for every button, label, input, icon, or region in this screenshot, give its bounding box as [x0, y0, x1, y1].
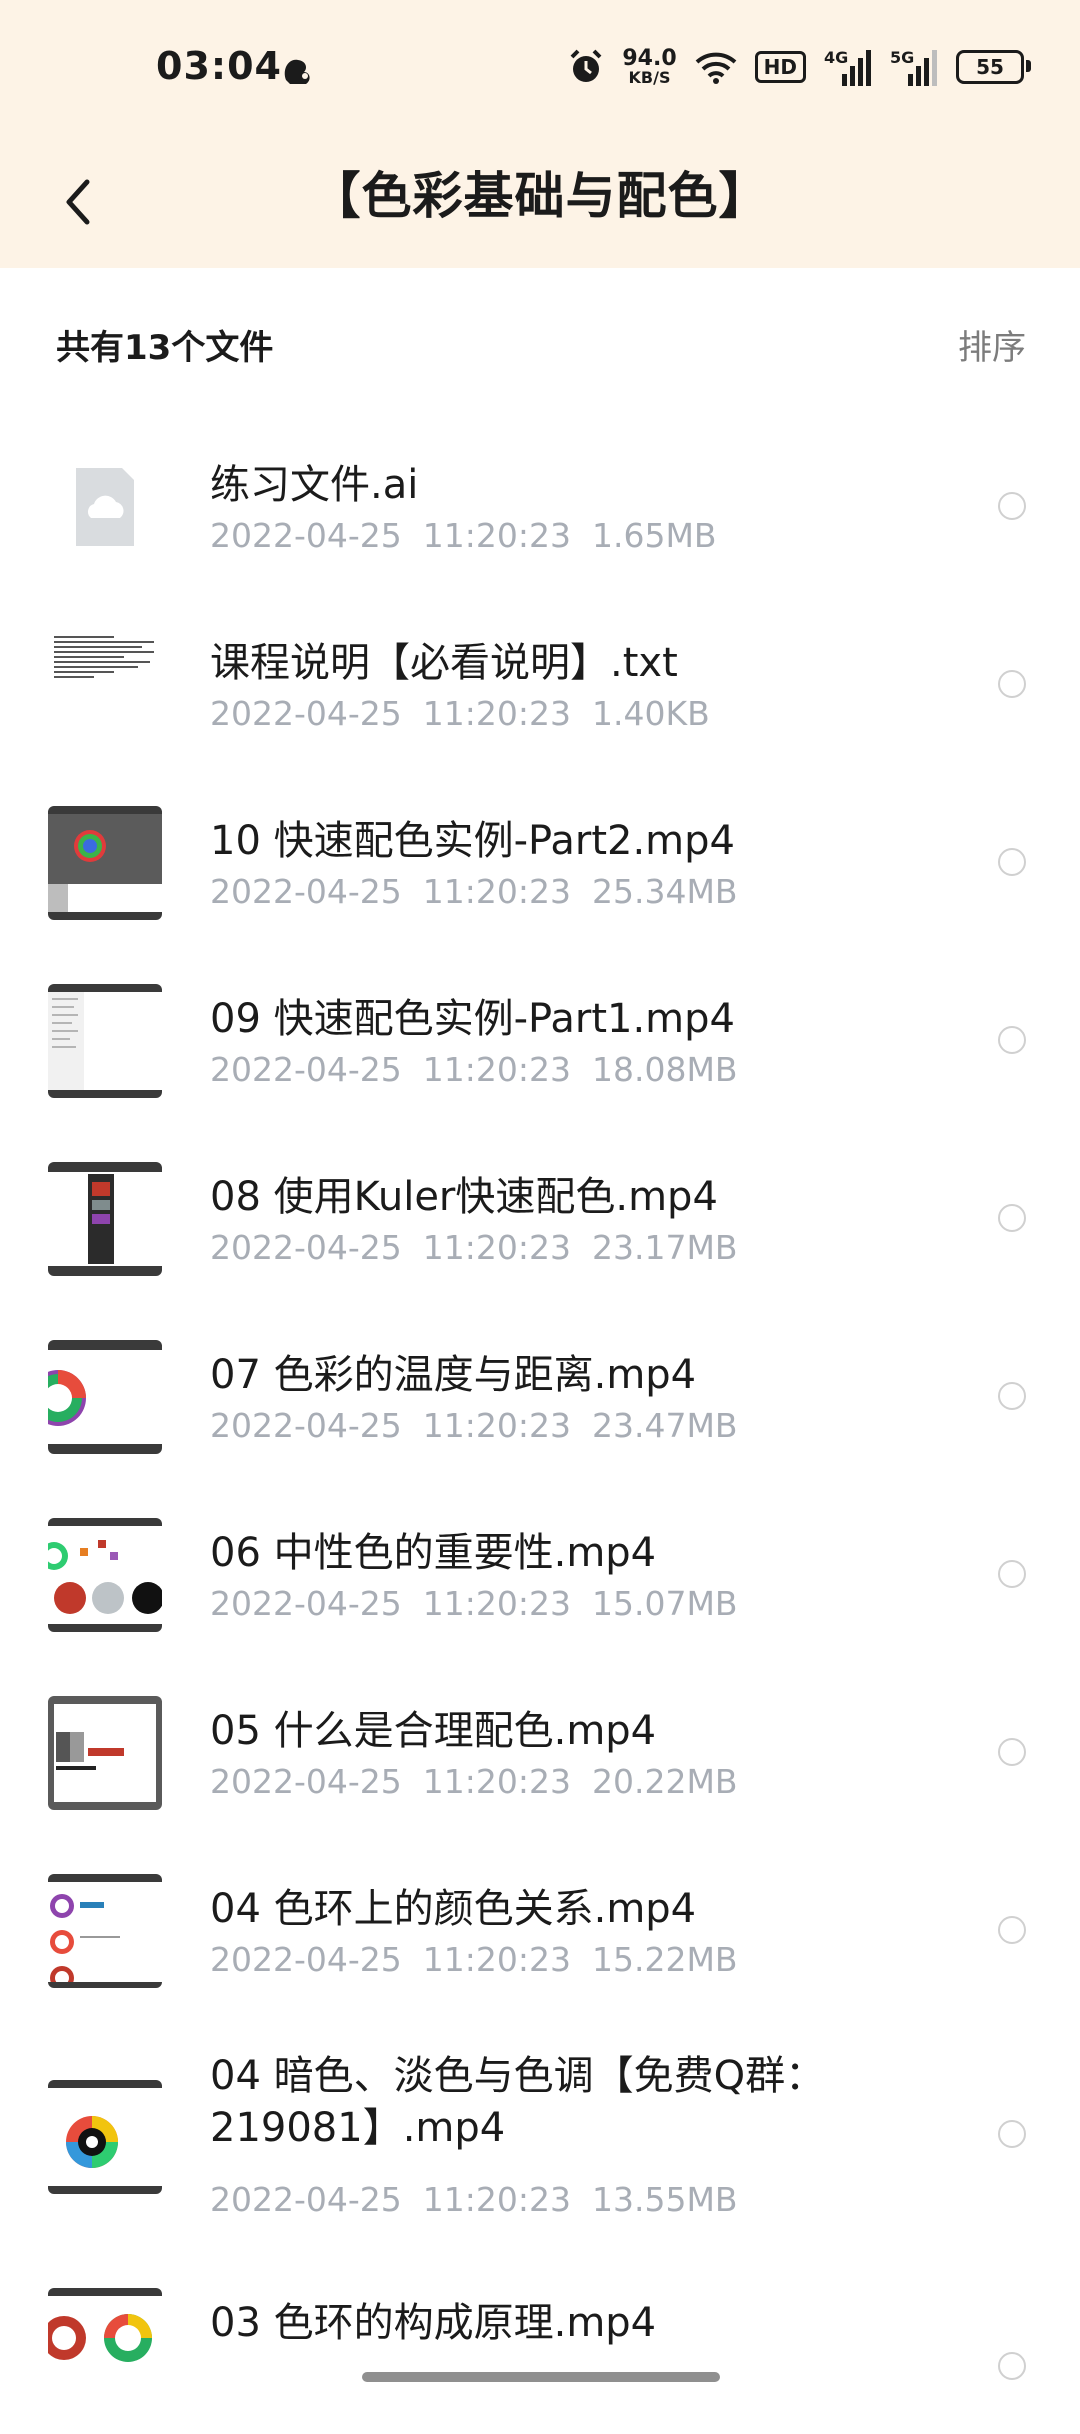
wifi-icon — [695, 52, 737, 84]
video-thumbnail — [48, 2080, 162, 2194]
video-thumbnail — [48, 984, 162, 1098]
file-name: 课程说明【必看说明】.txt — [210, 640, 678, 686]
file-list: 练习文件.ai 2022-04-25 11:20:23 1.65MB 课程说明【… — [0, 418, 1080, 2434]
file-size: 15.07MB — [591, 1584, 738, 1623]
file-meta: 2022-04-25 11:20:23 15.22MB — [210, 1940, 738, 1979]
select-radio[interactable] — [998, 1382, 1026, 1410]
video-thumbnail — [48, 1518, 162, 1632]
text-document-thumbnail — [48, 628, 162, 742]
file-count: 共有13个文件 — [56, 328, 274, 368]
file-date: 2022-04-25 11:20:23 — [210, 1050, 571, 1089]
file-name: 10 快速配色实例-Part2.mp4 — [210, 818, 735, 864]
file-row[interactable]: 练习文件.ai 2022-04-25 11:20:23 1.65MB — [0, 418, 1080, 596]
file-size: 23.47MB — [591, 1406, 738, 1445]
file-meta: 2022-04-25 11:20:23 1.40KB — [210, 694, 710, 733]
file-date: 2022-04-25 11:20:23 — [210, 516, 571, 555]
file-size: 1.40KB — [591, 694, 710, 733]
file-row[interactable]: 04 色环上的颜色关系.mp4 2022-04-25 11:20:23 15.2… — [0, 1842, 1080, 2020]
file-name: 04 色环上的颜色关系.mp4 — [210, 1886, 697, 1932]
file-size: 15.22MB — [591, 1940, 738, 1979]
video-thumbnail — [48, 806, 162, 920]
select-radio[interactable] — [998, 1026, 1026, 1054]
file-size: 18.08MB — [591, 1050, 738, 1089]
file-row[interactable]: 10 快速配色实例-Part2.mp4 2022-04-25 11:20:23 … — [0, 774, 1080, 952]
file-name: 09 快速配色实例-Part1.mp4 — [210, 996, 735, 1042]
file-row[interactable]: 05 什么是合理配色.mp4 2022-04-25 11:20:23 20.22… — [0, 1664, 1080, 1842]
home-indicator[interactable] — [362, 2372, 720, 2382]
select-radio[interactable] — [998, 2352, 1026, 2380]
file-row[interactable]: 09 快速配色实例-Part1.mp4 2022-04-25 11:20:23 … — [0, 952, 1080, 1130]
signal-5g-icon: 5G — [890, 48, 938, 86]
file-name: 04 暗色、淡色与色调【免费Q群：219081】.mp4 — [210, 2053, 826, 2151]
page-header: 【色彩基础与配色】 — [0, 136, 1080, 268]
file-meta: 2022-04-25 11:20:23 23.47MB — [210, 1406, 738, 1445]
file-meta: 2022-04-25 11:20:23 15.07MB — [210, 1584, 738, 1623]
select-radio[interactable] — [998, 1204, 1026, 1232]
file-date: 2022-04-25 11:20:23 — [210, 1940, 571, 1979]
cloud-file-icon — [48, 450, 162, 564]
file-meta: 2022-04-25 11:20:23 13.55MB — [210, 2180, 738, 2219]
file-date: 2022-04-25 11:20:23 — [210, 2180, 571, 2219]
file-size: 13.55MB — [591, 2180, 738, 2219]
file-date: 2022-04-25 11:20:23 — [210, 1762, 571, 1801]
select-radio[interactable] — [998, 492, 1026, 520]
network-speed-value: 94.0 — [622, 46, 677, 71]
battery-indicator: 55 — [956, 50, 1031, 84]
video-thumbnail — [48, 1696, 162, 1810]
file-name: 07 色彩的温度与距离.mp4 — [210, 1352, 697, 1398]
file-row[interactable]: 08 使用Kuler快速配色.mp4 2022-04-25 11:20:23 2… — [0, 1130, 1080, 1308]
file-size: 25.34MB — [591, 872, 738, 911]
video-thumbnail — [48, 1874, 162, 1988]
sort-button[interactable]: 排序 — [958, 320, 1026, 369]
select-radio[interactable] — [998, 1560, 1026, 1588]
network-speed-unit: KB/S — [628, 68, 671, 87]
squirrel-notification-icon — [284, 59, 310, 84]
file-date: 2022-04-25 11:20:23 — [210, 1406, 571, 1445]
file-name: 练习文件.ai — [210, 462, 419, 508]
file-row[interactable]: 03 色环的构成原理.mp4 — [0, 2256, 1080, 2434]
select-radio[interactable] — [998, 848, 1026, 876]
file-date: 2022-04-25 11:20:23 — [210, 1584, 571, 1623]
select-radio[interactable] — [998, 670, 1026, 698]
status-time: 03:04 — [156, 44, 282, 88]
file-date: 2022-04-25 11:20:23 — [210, 1228, 571, 1267]
file-size: 1.65MB — [591, 516, 717, 555]
signal-4g-icon: 4G — [824, 48, 872, 86]
file-meta: 2022-04-25 11:20:23 20.22MB — [210, 1762, 738, 1801]
top-bar: 03:04 94.0 KB/S HD 4G 5G 55 【色彩基础与配色】 — [0, 0, 1080, 268]
status-icons: 94.0 KB/S HD 4G 5G 55 — [568, 44, 1031, 90]
file-name: 08 使用Kuler快速配色.mp4 — [210, 1174, 718, 1220]
file-summary: 共有13个文件 排序 — [0, 268, 1080, 418]
file-date: 2022-04-25 11:20:23 — [210, 694, 571, 733]
file-name: 05 什么是合理配色.mp4 — [210, 1708, 657, 1754]
file-size: 20.22MB — [591, 1762, 738, 1801]
hd-voice-badge: HD — [754, 51, 806, 83]
select-radio[interactable] — [998, 1916, 1026, 1944]
file-date: 2022-04-25 11:20:23 — [210, 872, 571, 911]
file-name: 03 色环的构成原理.mp4 — [210, 2300, 657, 2346]
video-thumbnail — [48, 1340, 162, 1454]
file-name: 06 中性色的重要性.mp4 — [210, 1530, 657, 1576]
status-bar: 03:04 94.0 KB/S HD 4G 5G 55 — [0, 0, 1080, 136]
video-thumbnail — [48, 1162, 162, 1276]
alarm-icon — [570, 49, 602, 82]
file-meta: 2022-04-25 11:20:23 1.65MB — [210, 516, 717, 555]
select-radio[interactable] — [998, 1738, 1026, 1766]
file-row[interactable]: 07 色彩的温度与距离.mp4 2022-04-25 11:20:23 23.4… — [0, 1308, 1080, 1486]
file-row[interactable]: 课程说明【必看说明】.txt 2022-04-25 11:20:23 1.40K… — [0, 596, 1080, 774]
network-speed: 94.0 KB/S — [622, 48, 676, 86]
file-row[interactable]: 06 中性色的重要性.mp4 2022-04-25 11:20:23 15.07… — [0, 1486, 1080, 1664]
file-meta: 2022-04-25 11:20:23 23.17MB — [210, 1228, 738, 1267]
file-meta: 2022-04-25 11:20:23 25.34MB — [210, 872, 738, 911]
file-size: 23.17MB — [591, 1228, 738, 1267]
page-title: 【色彩基础与配色】 — [310, 167, 770, 225]
file-row[interactable]: 04 暗色、淡色与色调【免费Q群：219081】.mp4 2022-04-25 … — [0, 2020, 1080, 2256]
file-meta: 2022-04-25 11:20:23 18.08MB — [210, 1050, 738, 1089]
video-thumbnail — [48, 2288, 162, 2402]
select-radio[interactable] — [998, 2120, 1026, 2148]
